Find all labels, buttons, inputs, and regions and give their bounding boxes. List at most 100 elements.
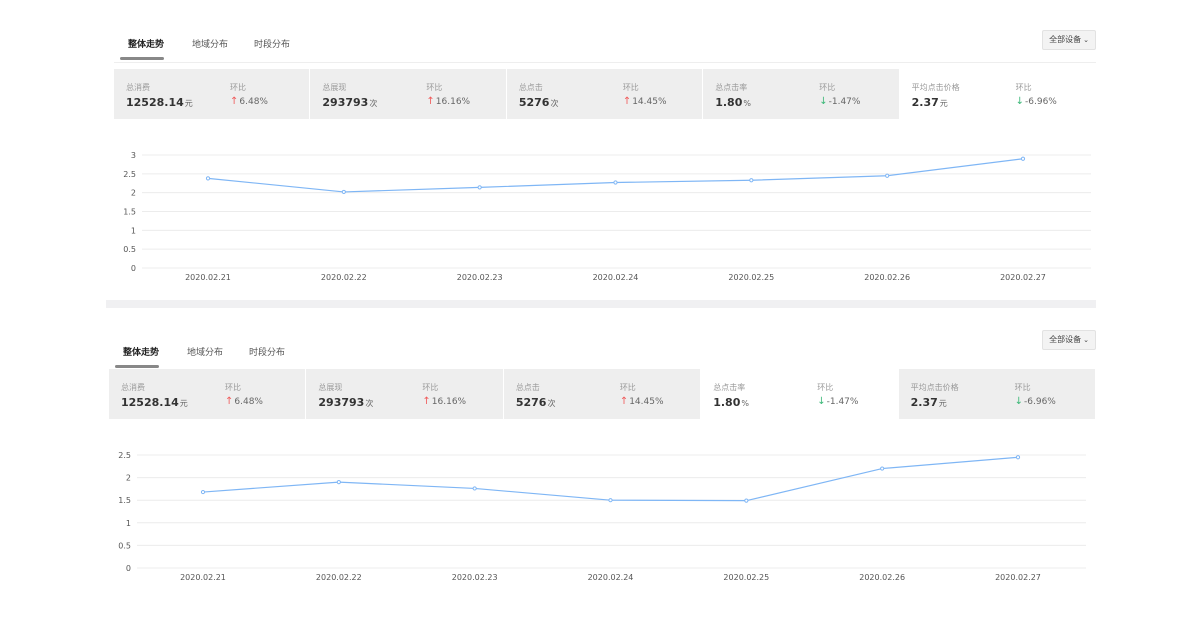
metric-unit: 元	[939, 99, 948, 108]
metric-name: 总点击	[515, 383, 540, 392]
metric-change: ↑6.48%	[230, 96, 268, 107]
x-tick-label: 2020.02.27	[1000, 273, 1046, 282]
compare-label: 环比	[1015, 83, 1032, 92]
metric-card-total-clicks[interactable]: 总点击 5276次 环比 ↑14.45%	[503, 369, 702, 419]
compare-label: 环比	[230, 83, 246, 92]
metric-number: 2.37	[911, 96, 939, 109]
tab-time-distribution[interactable]: 时段分布	[249, 344, 285, 362]
tab-region-distribution[interactable]: 地域分布	[187, 344, 223, 362]
metric-unit: 次	[365, 399, 374, 408]
y-tick-label: 2	[131, 189, 136, 198]
data-point	[1015, 455, 1021, 460]
data-point	[608, 498, 613, 503]
data-point	[880, 466, 885, 471]
metric-value: 12528.14元	[121, 396, 188, 409]
y-tick-label: 1.5	[123, 208, 136, 217]
arrow-up-icon: ↑	[422, 396, 431, 407]
metric-number: 5276	[518, 96, 550, 109]
data-point	[885, 173, 890, 178]
compare-label: 环比	[817, 383, 834, 392]
metric-card-total-impressions[interactable]: 总展现 293793次 环比 ↑16.16%	[306, 369, 504, 419]
metric-change-value: 6.48%	[239, 97, 268, 107]
metric-change: ↓-6.96%	[1016, 96, 1057, 107]
metric-value: 1.80%	[713, 396, 749, 409]
metric-number: 12528.14	[126, 96, 184, 109]
metric-number: 2.37	[910, 396, 938, 409]
data-point	[477, 185, 482, 190]
metric-change: ↓-1.47%	[819, 96, 860, 107]
metric-number: 293793	[322, 96, 369, 109]
trend-line-chart-1: 0 0.5 1 1.5 2 2.5 3 2020.02.21 2020.02.22 2020.02…	[123, 151, 1091, 282]
metric-card-total-clicks[interactable]: 总点击 5276次 环比 ↑14.45%	[506, 69, 704, 119]
metric-name: 总展现	[322, 83, 347, 92]
metric-number: 293793	[318, 396, 365, 409]
metric-unit: 元	[938, 399, 947, 408]
metric-change-value: 6.48%	[234, 397, 263, 407]
trend-line-chart-2: 0 0.5 1 1.5 2 2.5 2020.02.21 2020.02.22 2020.02.…	[118, 451, 1086, 582]
tab-overall-trend[interactable]: 整体走势	[123, 344, 159, 362]
metric-card-total-cost[interactable]: 总消费 12528.14元 环比 ↑6.48%	[114, 69, 311, 119]
metric-value: 5276次	[516, 396, 556, 409]
arrow-up-icon: ↑	[619, 396, 629, 407]
device-select-label: 全部设备	[1049, 35, 1082, 44]
metric-unit: %	[741, 399, 749, 408]
tab-bar: 整体走势 地域分布 时段分布	[106, 36, 1096, 63]
tab-time-distribution[interactable]: 时段分布	[254, 36, 290, 54]
metric-value: 293793次	[322, 96, 377, 109]
metric-change-value: -6.96%	[1024, 397, 1056, 407]
metric-cards: 总消费 12528.14元 环比 ↑6.48% 总展现 293793次 环比 ↑…	[114, 69, 1097, 119]
arrow-down-icon: ↓	[817, 396, 826, 407]
data-point	[472, 486, 477, 491]
compare-label: 环比	[422, 383, 439, 392]
metric-change: ↑14.45%	[620, 396, 664, 407]
arrow-down-icon: ↓	[1014, 396, 1024, 407]
data-point	[744, 498, 749, 503]
metric-card-click-rate[interactable]: 总点击率 1.80% 环比 ↓-1.47%	[703, 69, 900, 119]
compare-label: 环比	[426, 83, 443, 92]
x-tick-label: 2020.02.24	[588, 573, 634, 582]
x-tick-label: 2020.02.21	[180, 573, 226, 582]
data-point	[749, 178, 754, 183]
compare-label: 环比	[619, 383, 636, 392]
performance-panel-2: 整体走势 地域分布 时段分布 全部设备 ⌄ 总消费 12528.14元 环比 ↑6…	[101, 308, 1097, 608]
tab-overall-trend[interactable]: 整体走势	[128, 36, 164, 54]
x-tick-label: 2020.02.23	[452, 573, 498, 582]
metric-card-total-impressions[interactable]: 总展现 293793次 环比 ↑16.16%	[310, 69, 507, 119]
metric-number: 12528.14	[121, 396, 179, 409]
chevron-down-icon: ⌄	[1083, 36, 1089, 44]
metric-change-value: -1.47%	[826, 397, 859, 407]
x-tick-label: 2020.02.22	[321, 273, 367, 282]
data-point	[200, 489, 206, 495]
series-line	[207, 158, 1024, 193]
panel-separator	[106, 300, 1096, 308]
metric-name: 总消费	[126, 83, 150, 92]
metric-card-avg-click-price[interactable]: 平均点击价格 2.37元 环比 ↓-6.96%	[899, 69, 1097, 119]
series-line	[202, 456, 1019, 502]
device-select[interactable]: 全部设备 ⌄	[1042, 30, 1096, 50]
device-select[interactable]: 全部设备 ⌄	[1042, 330, 1096, 350]
data-point	[336, 480, 341, 485]
metric-card-avg-click-price[interactable]: 平均点击价格 2.37元 环比 ↓-6.96%	[898, 369, 1097, 419]
active-tab-underline	[115, 365, 159, 368]
metric-value: 293793次	[318, 396, 373, 409]
tab-region-distribution[interactable]: 地域分布	[192, 36, 228, 54]
arrow-up-icon: ↑	[426, 96, 435, 107]
y-tick-label: 2	[126, 474, 131, 483]
metric-change: ↑16.16%	[426, 96, 470, 107]
metric-cards: 总消费 12528.14元 环比 ↑6.48% 总展现 293793次 环比 ↑…	[109, 369, 1097, 419]
metric-change-value: 16.16%	[431, 397, 467, 407]
tab-divider	[114, 62, 1096, 63]
y-tick-label: 0	[131, 264, 136, 273]
arrow-up-icon: ↑	[230, 96, 239, 107]
x-tick-label: 2020.02.26	[859, 573, 905, 582]
x-tick-label: 2020.02.23	[457, 273, 503, 282]
metric-card-total-cost[interactable]: 总消费 12528.14元 环比 ↑6.48%	[109, 369, 307, 419]
compare-label: 环比	[819, 83, 836, 92]
x-tick-label: 2020.02.27	[995, 573, 1041, 582]
metric-name: 平均点击价格	[910, 383, 959, 392]
metric-unit: 次	[550, 99, 559, 108]
compare-label: 环比	[1014, 383, 1031, 392]
data-point	[341, 189, 346, 195]
data-point	[1020, 156, 1026, 161]
metric-card-click-rate[interactable]: 总点击率 1.80% 环比 ↓-1.47%	[701, 369, 899, 419]
